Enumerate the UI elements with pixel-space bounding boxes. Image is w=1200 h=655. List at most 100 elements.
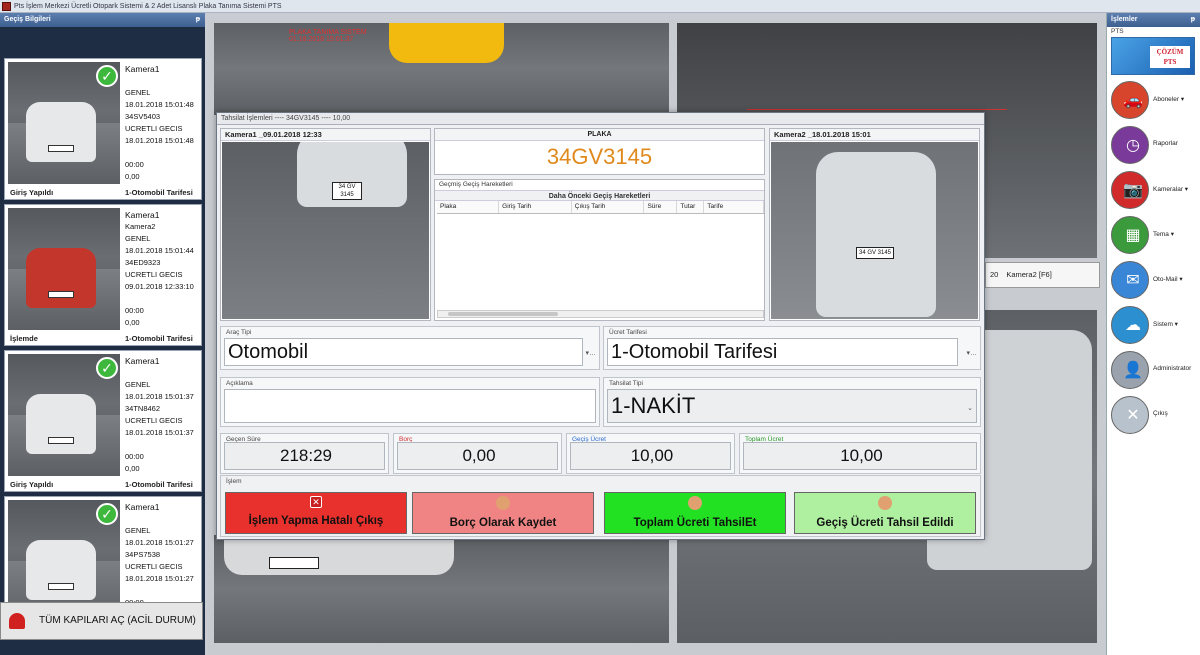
pin-icon[interactable]: ᵽ xyxy=(196,13,200,27)
card-tariff: 1-Otomobil Tarifesi xyxy=(125,334,193,343)
gecis-card[interactable]: ✓ Kamera1 GENEL 18.01.2018 15:01:48 34SV5403… xyxy=(4,58,202,200)
user-icon xyxy=(496,496,510,510)
menu-item-label: Raporlar xyxy=(1153,140,1178,147)
logo-text: ÇÖZÜM PTS xyxy=(1150,46,1190,68)
card-date2: 18.01.2018 15:01:37 xyxy=(125,428,194,437)
card-date1: 18.01.2018 15:01:37 xyxy=(125,392,194,401)
arac-tipi-dropdown-icon[interactable]: ▾… xyxy=(585,349,596,357)
vehicle-thumbnail xyxy=(8,208,120,330)
history-table: Plaka Giriş Tarih Çıkış Tarih Süre Tutar Tari… xyxy=(437,201,764,214)
menu-item-administrator[interactable]: 👤 Administrator xyxy=(1109,350,1200,392)
camera1-image: 34 GV 3145 xyxy=(222,142,429,319)
gecis-tahsil-button[interactable]: Geçiş Ücreti Tahsil Edildi xyxy=(794,492,976,534)
card-plate: 34PS7538 xyxy=(125,550,161,559)
emergency-open-all-gates-button[interactable]: TÜM KAPILARI AÇ (ACİL DURUM) xyxy=(0,602,203,640)
card-type: GENEL xyxy=(125,526,151,535)
menu-item-label: Tema ▾ xyxy=(1153,231,1174,238)
hatali-cikis-button[interactable]: ✕ İşlem Yapma Hatalı Çıkış xyxy=(225,492,407,534)
app-icon xyxy=(2,2,11,11)
gecis-card[interactable]: ✓ Kamera1 GENEL 18.01.2018 15:01:27 34PS7538… xyxy=(4,496,202,622)
card-plate: 34SV5403 xyxy=(125,112,161,121)
dialog-title: Tahsilat İşlemleri ---- 34GV3145 ---- 10… xyxy=(217,113,984,125)
toplam-tahsil-label: Toplam Ücreti TahsilEt xyxy=(633,517,757,529)
gecis-card[interactable]: Kamera1 Kamera2 GENEL 18.01.2018 15:01:44 34… xyxy=(4,204,202,346)
history-caption: Geçmiş Geçiş Hareketleri xyxy=(439,181,513,188)
history-column-header[interactable]: Giriş Tarih xyxy=(498,201,572,214)
borc-kaydet-button[interactable]: Borç Olarak Kaydet xyxy=(412,492,594,534)
toplam-tahsil-button[interactable]: Toplam Ücreti TahsilEt xyxy=(604,492,786,534)
card-camera: Kamera1 xyxy=(125,64,160,74)
borc-field: Borç 0,00 xyxy=(393,433,562,474)
right-panel-sub: PTS xyxy=(1111,28,1124,35)
history-scrollbar[interactable] xyxy=(437,310,764,318)
card-status: İşlemde xyxy=(10,334,38,343)
history-column-header[interactable]: Tutar xyxy=(676,201,705,214)
camera-feed-1[interactable]: PLAKA TANIMA SISTEM 01.18.2018 15:01:37 xyxy=(214,23,669,115)
menu-item-sistem[interactable]: ☁ Sistem ▾ xyxy=(1109,305,1200,347)
card-type: GENEL xyxy=(125,88,151,97)
ucret-tarifesi-field: Ücret Tarifesi 1-Otomobil Tarifesi ▾… xyxy=(603,326,981,370)
camera2-label: Kamera2 [F6] xyxy=(1006,270,1052,279)
camera-overlay-text: PLAKA TANIMA SISTEM 01.18.2018 15:01:37 xyxy=(289,29,367,43)
right-panel-islemler: İşlemler ᵽ PTS ÇÖZÜM PTS 🚗 Aboneler ▾ ◷ Rap… xyxy=(1106,13,1200,655)
card-time: 00:00 xyxy=(125,306,144,315)
tahsilat-tipi-select[interactable]: 1-NAKİT xyxy=(607,389,977,423)
plate-display: PLAKA 34GV3145 xyxy=(434,128,765,175)
raporlar-icon: ◷ xyxy=(1111,126,1149,164)
menu-item-raporlar[interactable]: ◷ Raporlar xyxy=(1109,125,1200,167)
history-column-header[interactable]: Tarife xyxy=(703,201,764,214)
gecis-card[interactable]: ✓ Kamera1 GENEL 18.01.2018 15:01:37 34TN8462… xyxy=(4,350,202,492)
right-panel-header: İşlemler ᵽ xyxy=(1107,13,1200,27)
history-panel: Geçmiş Geçiş Hareketleri Daha Önceki Geç… xyxy=(434,179,765,321)
pin-icon[interactable]: ᵽ xyxy=(1191,13,1195,27)
tahsilat-dialog: Tahsilat İşlemleri ---- 34GV3145 ---- 10… xyxy=(216,112,985,540)
card-date1: 18.01.2018 15:01:44 xyxy=(125,246,194,255)
card-kind: UCRETLI GECIS xyxy=(125,562,183,571)
arac-tipi-select[interactable]: Otomobil xyxy=(224,338,583,366)
card-status: Giriş Yapıldı xyxy=(10,480,54,489)
administrator-glyph: 👤 xyxy=(1123,362,1143,379)
ucret-tarifesi-dropdown-icon[interactable]: ▾… xyxy=(966,349,977,357)
left-panel-title: Geçiş Bilgileri xyxy=(4,16,51,23)
oto-mail-glyph: ✉ xyxy=(1126,272,1140,289)
tema-glyph: ▦ xyxy=(1125,227,1141,244)
vehicle-shape xyxy=(26,248,96,308)
card-camera2: Kamera2 xyxy=(125,222,156,231)
plate-label: PLAKA xyxy=(435,129,764,141)
aciklama-input[interactable] xyxy=(224,389,596,423)
camera2-select-bar[interactable]: 20 Kamera2 [F6] xyxy=(985,262,1100,288)
menu-item-oto-mail[interactable]: ✉ Oto-Mail ▾ xyxy=(1109,260,1200,302)
borc-value: 0,00 xyxy=(397,442,558,470)
gecis-info: Kamera1 GENEL 18.01.2018 15:01:37 34TN8462 U… xyxy=(125,355,201,475)
dialog-camera2: Kamera2 _18.01.2018 15:01 34 GV 3145 xyxy=(769,128,980,321)
history-column-header[interactable]: Çıkış Tarih xyxy=(571,201,645,214)
card-date2: 18.01.2018 15:01:48 xyxy=(125,136,194,145)
card-type: GENEL xyxy=(125,234,151,243)
menu-item-kameralar[interactable]: 📷 Kameralar ▾ xyxy=(1109,170,1200,212)
menu-item-label: Çıkış xyxy=(1153,410,1168,417)
cozum-pts-logo: ÇÖZÜM PTS xyxy=(1111,37,1195,75)
menu-item-label: Kameralar ▾ xyxy=(1153,186,1189,193)
check-icon: ✓ xyxy=(96,65,118,87)
siren-icon xyxy=(9,613,25,629)
camera-feed-3[interactable] xyxy=(214,535,669,643)
history-column-header[interactable]: Plaka xyxy=(437,201,500,214)
tahsilat-tipi-dropdown-icon[interactable]: ⌄ xyxy=(967,404,973,412)
aboneler-icon: 🚗 xyxy=(1111,81,1149,119)
card-camera2 xyxy=(125,513,201,525)
islem-label: İşlem xyxy=(226,478,242,485)
emergency-label: TÜM KAPILARI AÇ (ACİL DURUM) xyxy=(39,615,196,626)
vehicle-shape xyxy=(26,540,96,600)
card-kind: UCRETLI GECIS xyxy=(125,270,183,279)
history-column-header[interactable]: Süre xyxy=(643,201,678,214)
window-title-bar: Pts İşlem Merkezi Ücretli Otopark Sistem… xyxy=(0,0,1200,13)
card-camera: Kamera1 xyxy=(125,356,160,366)
menu-item-tema[interactable]: ▦ Tema ▾ xyxy=(1109,215,1200,257)
menu-item-aboneler[interactable]: 🚗 Aboneler ▾ xyxy=(1109,80,1200,122)
aciklama-field: Açıklama xyxy=(220,377,600,427)
menu-item-label: Oto-Mail ▾ xyxy=(1153,276,1183,283)
taxi-shape xyxy=(389,23,504,63)
ucret-tarifesi-select[interactable]: 1-Otomobil Tarifesi xyxy=(607,338,958,366)
vehicle-shape xyxy=(26,394,96,454)
menu-item-cikis[interactable]: ✕ Çıkış xyxy=(1109,395,1200,437)
